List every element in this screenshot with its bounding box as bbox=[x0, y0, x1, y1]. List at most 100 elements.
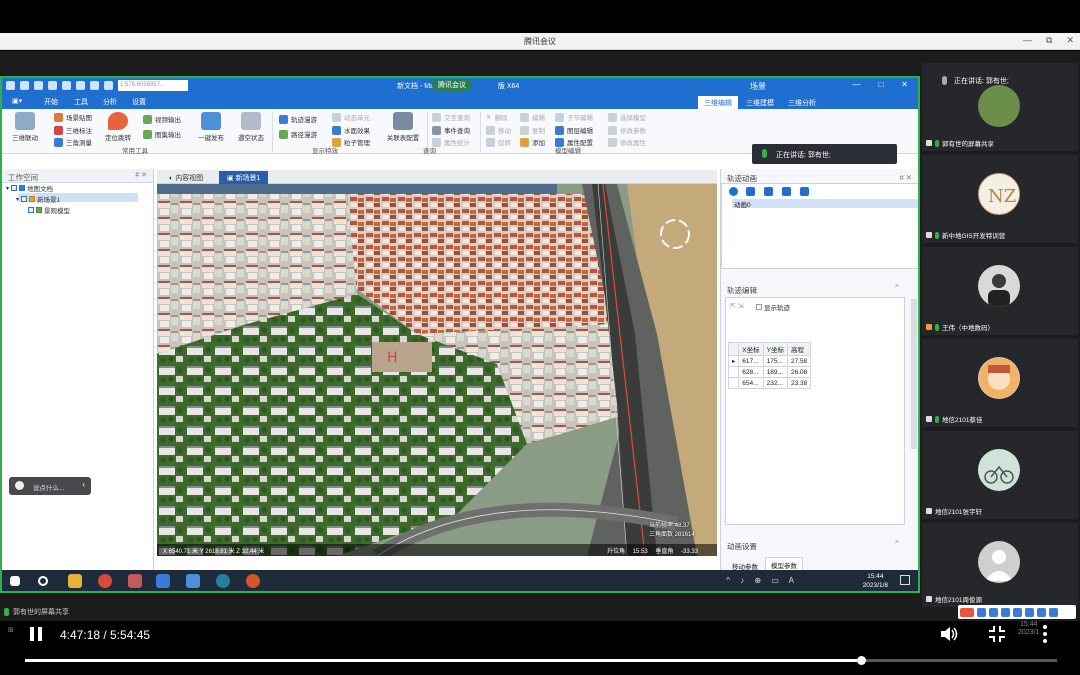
tab-3d-edit[interactable]: 三维编辑 bbox=[698, 96, 738, 109]
chevron-left-icon[interactable]: ‹ bbox=[82, 480, 85, 489]
tools-icon[interactable] bbox=[104, 81, 113, 90]
tree-item-landscape-model[interactable]: 景观模型 bbox=[28, 205, 70, 215]
atlas-export-button[interactable]: 图集输出 bbox=[143, 129, 181, 139]
edit-button[interactable]: 编辑 bbox=[520, 112, 545, 122]
scale-input[interactable]: 1:578.6058957... bbox=[118, 80, 188, 91]
ime-icon[interactable] bbox=[989, 607, 998, 617]
3d-label-button[interactable]: 三维标注 bbox=[54, 125, 92, 135]
restore-button[interactable]: ⧉ bbox=[1046, 35, 1052, 46]
cell-elevation[interactable]: 27.58 bbox=[786, 355, 812, 367]
emoji-icon[interactable] bbox=[15, 481, 24, 490]
full-extent-icon[interactable] bbox=[62, 81, 71, 90]
tab-settings[interactable]: 设置 bbox=[132, 97, 146, 107]
tab-3d-analysis[interactable]: 三维分析 bbox=[782, 96, 822, 109]
water-effect-button[interactable]: 水面效果 bbox=[332, 125, 370, 135]
table-row[interactable]: ▸ 617... 175... 27.58 bbox=[727, 355, 812, 367]
add-animation-icon[interactable] bbox=[729, 187, 738, 196]
checkbox[interactable] bbox=[28, 207, 34, 213]
modify-param-button[interactable]: 修改参数 bbox=[608, 125, 646, 135]
checkbox[interactable] bbox=[21, 196, 28, 202]
one-click-publish-button[interactable]: 一键发布 bbox=[194, 112, 228, 142]
export-animation-icon[interactable] bbox=[800, 187, 809, 196]
rotate-button[interactable]: 仅转 bbox=[486, 137, 511, 147]
grid-icon[interactable]: ⊞ bbox=[8, 626, 14, 634]
scrollbar[interactable] bbox=[911, 299, 917, 449]
tab-start[interactable]: 开始 bbox=[44, 97, 58, 107]
3d-scene-view[interactable]: H 当前帧率 48.37 三角面数 281614 bbox=[157, 184, 717, 556]
prev-view-icon[interactable] bbox=[90, 81, 99, 90]
progress-bar[interactable] bbox=[25, 656, 1057, 665]
search-icon[interactable] bbox=[38, 576, 48, 586]
file-menu-icon[interactable]: ▣▾ bbox=[12, 97, 22, 105]
tree-item-new-scene[interactable]: ▾ 新场景1 bbox=[16, 194, 60, 204]
tab-analysis[interactable]: 分析 bbox=[103, 97, 117, 107]
cell-elevation[interactable]: 26.08 bbox=[786, 366, 812, 378]
show-track-checkbox[interactable]: 显示轨迹 bbox=[756, 302, 790, 312]
participant-tile[interactable]: 地信2101周俊源 bbox=[922, 523, 1078, 607]
participant-tile[interactable]: 地信2101张宇轩 bbox=[922, 431, 1078, 519]
chevron-up-icon[interactable]: ⌃ bbox=[894, 283, 900, 292]
save-animation-icon[interactable] bbox=[764, 187, 773, 196]
panel-pin-close[interactable]: # ✕ bbox=[899, 173, 912, 182]
table-row[interactable]: 628... 189... 26.08 bbox=[727, 366, 812, 378]
tab-tools[interactable]: 工具 bbox=[74, 97, 88, 107]
track-roam-button[interactable]: 轨迹漫游 bbox=[279, 114, 317, 124]
participant-tile[interactable]: 正在讲话: 郭有世; 郭有世的屏幕共享 bbox=[922, 63, 1078, 151]
fullscreen-icon[interactable] bbox=[989, 626, 1005, 642]
table-row[interactable]: 654... 232... 23.38 bbox=[727, 377, 812, 389]
collapse-icon[interactable]: ▾ bbox=[6, 185, 9, 192]
move-button[interactable]: 移动 bbox=[486, 125, 511, 135]
path-roam-button[interactable]: 路径漫游 bbox=[279, 129, 317, 139]
play-animation-icon[interactable] bbox=[782, 187, 791, 196]
animation-item[interactable]: 动画0 bbox=[732, 199, 918, 209]
cell-x[interactable]: 628... bbox=[738, 366, 764, 378]
close-button[interactable]: ✕ bbox=[1066, 35, 1074, 46]
3d-link-button[interactable]: 三维联动 bbox=[7, 112, 43, 142]
cell-elevation[interactable]: 23.38 bbox=[786, 377, 812, 389]
layer-edit-button[interactable]: 图层编辑 bbox=[555, 125, 593, 135]
pause-button[interactable] bbox=[30, 627, 42, 641]
attribute-stats-button[interactable]: 属性统计 bbox=[432, 137, 470, 147]
locate-jump-button[interactable]: 定位跳转 bbox=[101, 112, 135, 142]
delete-button[interactable]: ✕ 删除 bbox=[486, 112, 507, 122]
notification-icon[interactable] bbox=[900, 575, 910, 585]
participant-tile[interactable]: 地信2101蔡佳 bbox=[922, 339, 1078, 427]
add-button[interactable]: 添加 bbox=[520, 137, 545, 147]
pan-hand-icon[interactable] bbox=[48, 81, 57, 90]
zoom-in-icon[interactable] bbox=[20, 81, 29, 90]
ime-toolbar[interactable] bbox=[958, 605, 1076, 619]
ime-logo-icon[interactable] bbox=[960, 607, 974, 617]
event-query-button[interactable]: 事件查询 bbox=[432, 125, 470, 135]
clear-state-button[interactable]: 遇空状态 bbox=[234, 112, 268, 142]
app-icon[interactable] bbox=[246, 574, 260, 588]
more-options-icon[interactable] bbox=[1043, 625, 1047, 643]
tab-3d-model[interactable]: 三维建模 bbox=[740, 96, 780, 109]
dynamic-unit-button[interactable]: 动态单元 bbox=[332, 112, 370, 122]
ime-icon[interactable] bbox=[1037, 607, 1046, 617]
volume-icon[interactable] bbox=[941, 626, 959, 642]
cell-x[interactable]: 654... bbox=[738, 377, 764, 389]
app-minimize-button[interactable]: — bbox=[852, 80, 860, 89]
ime-icon[interactable] bbox=[1013, 607, 1022, 617]
checkbox[interactable] bbox=[756, 304, 762, 310]
chrome-icon[interactable] bbox=[98, 574, 112, 588]
tab-new-scene[interactable]: ▣ 新场景1 bbox=[219, 171, 269, 184]
app-maximize-button[interactable]: □ bbox=[878, 80, 883, 89]
globe-app-icon[interactable] bbox=[216, 574, 230, 588]
checkbox[interactable] bbox=[11, 185, 18, 191]
relation-table-config-button[interactable]: 关联表配置 bbox=[382, 112, 424, 142]
chevron-up-icon[interactable]: ⌃ bbox=[894, 539, 900, 548]
triangle-measure-button[interactable]: 三角测量 bbox=[54, 137, 92, 147]
modify-attr-button[interactable]: 修改属性 bbox=[608, 137, 646, 147]
cell-y[interactable]: 189... bbox=[762, 366, 788, 378]
subnode-edit-button[interactable]: 子节编辑 bbox=[555, 112, 593, 122]
start-icon[interactable] bbox=[10, 576, 20, 586]
participant-tile[interactable]: 王伟（中地数码） bbox=[922, 247, 1078, 335]
scene-texture-button[interactable]: 场景贴图 bbox=[54, 112, 92, 122]
tree-item-map-doc[interactable]: ▾ 地图文档 bbox=[6, 183, 53, 193]
ime-icon[interactable] bbox=[1025, 607, 1034, 617]
app-icon[interactable] bbox=[186, 574, 200, 588]
cell-x[interactable]: 617... bbox=[738, 355, 764, 367]
collapse-icon[interactable]: ▾ bbox=[16, 196, 19, 203]
video-export-button[interactable]: 视频输出 bbox=[143, 114, 181, 124]
